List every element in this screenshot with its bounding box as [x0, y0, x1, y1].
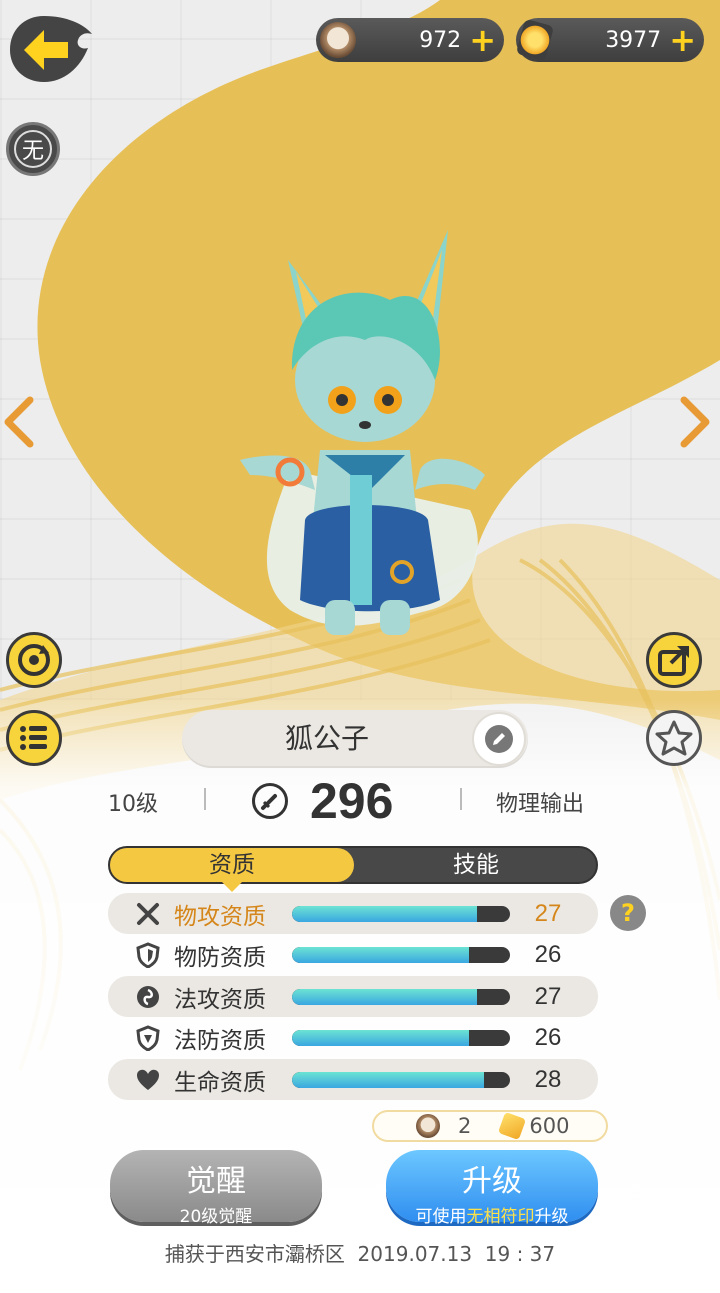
share-icon	[658, 646, 689, 676]
awaken-button[interactable]: 觉醒 20级觉醒	[110, 1150, 322, 1227]
help-button[interactable]: ?	[610, 895, 646, 931]
magic-shield-icon	[134, 1024, 162, 1052]
monster-name: 狐公子	[284, 722, 369, 755]
aptitude-value: 26	[534, 941, 562, 968]
heart-icon	[134, 1066, 162, 1094]
aptitude-row-magic-attack: 法攻资质 27	[108, 976, 598, 1017]
divider	[460, 788, 462, 810]
rotate-icon	[18, 644, 50, 676]
aptitude-bar	[292, 905, 510, 922]
aptitude-row-physical-attack: 物攻资质 27	[108, 893, 598, 934]
coin-face-icon	[416, 1114, 440, 1138]
capture-info: 捕获于西安市灞桥区 2019.07.13 19 : 37	[164, 1242, 556, 1266]
aptitude-label: 物防资质	[174, 945, 266, 971]
aptitude-bar	[292, 1071, 510, 1088]
currency-crystal[interactable]: 3977 +	[515, 18, 704, 62]
upgrade-button[interactable]: 升级 可使用无相符印升级	[386, 1150, 598, 1227]
awaken-label: 觉醒	[186, 1164, 246, 1199]
upgrade-hint-item: 无相符印	[466, 1207, 535, 1227]
aptitude-bar	[292, 947, 510, 963]
upgrade-hint-pre: 可使用	[415, 1207, 467, 1227]
aptitude-row-health: 生命资质 28	[108, 1059, 598, 1100]
aptitude-bar	[292, 1030, 510, 1046]
arrow-left-icon	[10, 16, 92, 82]
cost-coin-value: 2	[458, 1114, 472, 1138]
currency-coin-value: 972	[419, 27, 462, 53]
rotate-view-button[interactable]	[6, 632, 62, 688]
monster-role: 物理输出	[496, 792, 585, 817]
currency-coin[interactable]: 972 +	[316, 18, 504, 62]
magic-orb-icon	[134, 983, 162, 1011]
star-icon	[655, 720, 693, 756]
aptitude-value: 26	[534, 1024, 562, 1051]
aptitude-label: 法防资质	[174, 1028, 266, 1054]
shield-icon	[134, 941, 162, 969]
add-crystal-button[interactable]: +	[669, 24, 696, 56]
tab-skills[interactable]: 技能	[354, 848, 598, 882]
back-button[interactable]	[6, 12, 98, 88]
aptitude-list: 物攻资质 27 物防资质 26 法攻资质 27 法防资质 26 生命资质 28	[108, 893, 598, 1101]
crystal-icon	[498, 1111, 527, 1141]
aptitude-label: 生命资质	[174, 1069, 266, 1096]
upgrade-hint: 可使用无相符印升级	[386, 1202, 598, 1227]
aptitude-label: 物攻资质	[174, 903, 266, 930]
coin-face-icon	[320, 22, 356, 58]
previous-monster-button[interactable]	[0, 392, 40, 452]
aptitude-value: 27	[534, 899, 562, 927]
pencil-icon	[485, 725, 513, 753]
tab-aptitude[interactable]: 资质	[110, 848, 354, 892]
aptitude-value: 28	[534, 1065, 562, 1093]
favorite-button[interactable]	[646, 710, 702, 766]
share-button[interactable]	[646, 632, 702, 688]
cost-crystal-value: 600	[529, 1114, 570, 1138]
upgrade-hint-post: 升级	[534, 1207, 569, 1227]
menu-list-button[interactable]	[6, 710, 62, 766]
monster-model	[240, 230, 485, 635]
list-icon	[20, 726, 47, 750]
divider	[204, 788, 206, 810]
aptitude-value: 27	[534, 982, 562, 1010]
element-badge[interactable]: 无	[6, 122, 60, 176]
awaken-requirement: 20级觉醒	[179, 1207, 253, 1227]
upgrade-label: 升级	[462, 1164, 522, 1199]
aptitude-row-physical-defense: 物防资质 26	[108, 935, 598, 976]
add-coin-button[interactable]: +	[469, 24, 496, 56]
upgrade-cost: 2 600	[372, 1110, 608, 1142]
element-badge-label: 无	[14, 130, 52, 168]
aptitude-bar	[292, 988, 510, 1005]
crystal-icon	[515, 18, 555, 62]
next-monster-button[interactable]	[674, 392, 714, 452]
aptitude-label: 法攻资质	[174, 986, 266, 1013]
swords-icon	[134, 900, 162, 928]
detail-tabs: 资质 技能	[108, 846, 598, 892]
sword-power-icon	[252, 783, 288, 819]
currency-crystal-value: 3977	[605, 27, 662, 53]
monster-level: 10级	[108, 792, 158, 817]
aptitude-row-magic-defense: 法防资质 26	[108, 1018, 598, 1059]
monster-name-bar: 狐公子	[182, 710, 528, 768]
rename-button[interactable]	[472, 712, 526, 766]
monster-stats-line: 10级 296 物理输出	[0, 770, 720, 834]
combat-power: 296	[310, 773, 394, 829]
